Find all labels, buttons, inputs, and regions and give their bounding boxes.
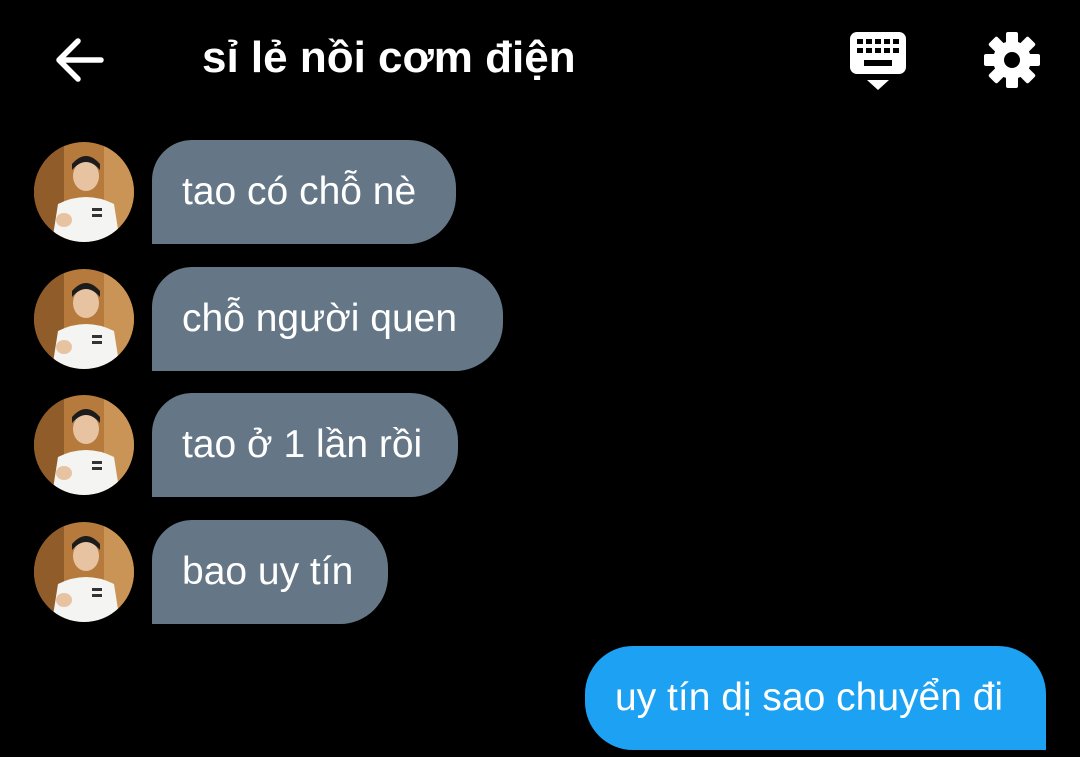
arrow-left-icon xyxy=(56,38,104,82)
keyboard-icon xyxy=(850,32,906,90)
message-bubble-sent[interactable]: uy tín dị sao chuyển đi xyxy=(585,646,1046,750)
message-row: bao uy tín xyxy=(0,520,1080,624)
message-bubble-received[interactable]: bao uy tín xyxy=(152,520,388,624)
message-bubble-received[interactable]: tao có chỗ nè xyxy=(152,140,456,244)
settings-button[interactable] xyxy=(982,30,1042,90)
message-bubble-received[interactable]: tao ở 1 lần rồi xyxy=(152,393,458,497)
avatar[interactable] xyxy=(34,269,134,369)
message-row: chỗ người quen xyxy=(0,267,1080,371)
avatar[interactable] xyxy=(34,142,134,242)
back-button[interactable] xyxy=(52,33,106,87)
keyboard-button[interactable] xyxy=(846,30,910,92)
conversation-title: sỉ lẻ nồi cơm điện xyxy=(202,33,576,82)
gear-icon xyxy=(984,32,1040,88)
message-row: uy tín dị sao chuyển đi xyxy=(0,646,1080,750)
message-row: tao có chỗ nè xyxy=(0,140,1080,244)
avatar[interactable] xyxy=(34,395,134,495)
avatar[interactable] xyxy=(34,522,134,622)
message-row: tao ở 1 lần rồi xyxy=(0,393,1080,497)
message-bubble-received[interactable]: chỗ người quen xyxy=(152,267,503,371)
top-bar: sỉ lẻ nồi cơm điện xyxy=(0,0,1080,118)
